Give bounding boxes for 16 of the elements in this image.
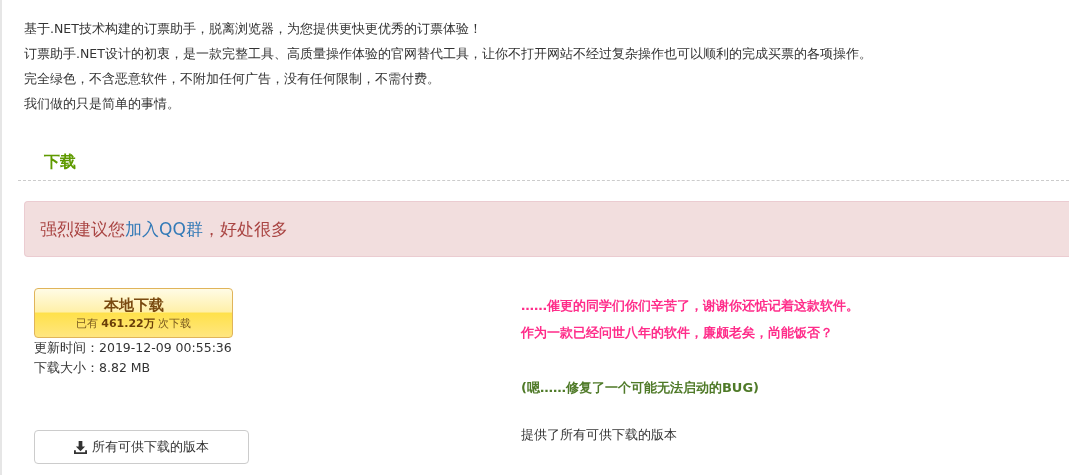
all-versions-button[interactable]: 所有可供下载的版本 — [34, 430, 249, 464]
download-detail: 更新时间：2019-12-09 00:55:36 — [34, 339, 233, 357]
alert-message: 强烈建议您加入QQ群，好处很多 — [40, 217, 288, 241]
qq-group-link[interactable]: 加入QQ群 — [125, 218, 203, 239]
release-note: ……催更的同学们你们辛苦了，谢谢你还惦记着这款软件。 — [521, 297, 859, 315]
intro-paragraph: 完全绿色，不含恶意软件，不附加任何广告，没有任何限制，不需付费。 — [24, 70, 441, 88]
release-note: 提供了所有可供下载的版本 — [521, 426, 678, 444]
download-icon — [74, 440, 87, 454]
release-note: (嗯……修复了一个可能无法启动的BUG) — [521, 379, 761, 397]
section-heading: 下载 — [44, 151, 77, 173]
intro-paragraph: 订票助手.NET设计的初衷，是一款完整工具、高质量操作体验的官网替代工具，让你不打开网站不经过复杂操作也可以顺利的完成买票的各项操作。 — [24, 45, 873, 63]
intro-paragraph: 基于.NET技术构建的订票助手，脱离浏览器，为您提供更快更优秀的订票体验！ — [24, 20, 483, 38]
download-detail: 下载大小：8.82 MB — [34, 359, 152, 377]
intro-paragraph: 我们做的只是简单的事情。 — [24, 95, 181, 113]
release-note: 作为一款已经问世八年的软件，廉颇老矣，尚能饭否？ — [521, 324, 834, 342]
local-download-button[interactable]: 本地下载 已有 461.22万 次下载 — [34, 288, 233, 338]
